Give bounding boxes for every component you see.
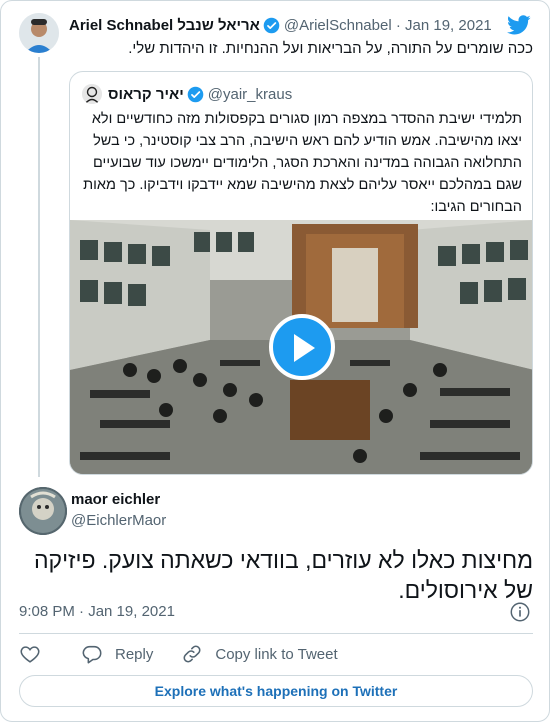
parent-tweet-header: Ariel Schnabel אריאל שנבל @ArielSchnabel… <box>69 15 492 35</box>
link-icon <box>183 645 201 663</box>
quoted-tweet-text: תלמידי ישיבת ההסדר במצפה רמון סגורים בקפ… <box>83 111 522 215</box>
actions-divider <box>19 633 533 634</box>
parent-author-name[interactable]: Ariel Schnabel אריאל שנבל <box>69 17 260 34</box>
heart-icon <box>20 646 40 663</box>
twitter-logo-icon[interactable] <box>507 13 531 37</box>
parent-author-handle[interactable]: @ArielSchnabel <box>284 17 392 34</box>
quoted-tweet-header: יאיר קראוס @yair_kraus <box>82 84 292 104</box>
quoted-video-thumbnail[interactable] <box>70 220 532 474</box>
info-icon[interactable] <box>509 601 531 623</box>
parent-author-avatar[interactable] <box>19 13 59 53</box>
tweet-timestamp[interactable]: 9:08 PM · Jan 19, 2021 <box>19 603 175 620</box>
thread-connector-line <box>38 57 40 477</box>
parent-tweet-text: ככה שומרים על התורה, על הבריאות ועל ההנח… <box>128 40 533 57</box>
reply-icon <box>82 645 102 664</box>
like-button[interactable] <box>19 643 53 665</box>
copy-link-button[interactable]: Copy link to Tweet <box>181 643 338 665</box>
main-author-name[interactable]: maor eichler <box>71 491 160 508</box>
tweet-actions-bar: Reply Copy link to Tweet <box>19 641 366 667</box>
verified-badge-icon <box>263 17 280 34</box>
quoted-tweet[interactable]: יאיר קראוס @yair_kraus תלמידי ישיבת ההסד… <box>69 71 533 475</box>
explore-twitter-button[interactable]: Explore what's happening on Twitter <box>19 675 533 707</box>
main-author-avatar[interactable] <box>19 487 67 535</box>
copy-link-label: Copy link to Tweet <box>215 645 338 663</box>
reply-button[interactable]: Reply <box>81 643 153 665</box>
embedded-tweet-card: Ariel Schnabel אריאל שנבל @ArielSchnabel… <box>0 0 550 722</box>
play-button[interactable] <box>269 314 335 380</box>
verified-badge-icon <box>187 86 204 103</box>
header-separator: · <box>391 16 406 34</box>
quoted-author-name: יאיר קראוס <box>108 85 184 103</box>
main-tweet-text: מחיצות כאלו לא עוזרים, בוודאי כשאתה צועק… <box>33 547 533 603</box>
quoted-author-avatar <box>82 84 102 104</box>
quoted-author-handle: @yair_kraus <box>207 85 293 103</box>
main-author-handle[interactable]: @EichlerMaor <box>71 512 166 529</box>
parent-tweet-date[interactable]: Jan 19, 2021 <box>405 17 492 34</box>
play-icon <box>294 334 315 362</box>
reply-label: Reply <box>115 645 154 663</box>
